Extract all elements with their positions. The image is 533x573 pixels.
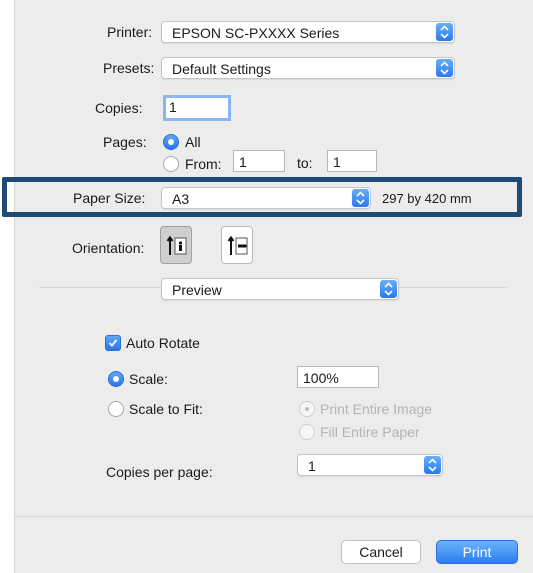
scale-to-fit-radio[interactable] — [108, 401, 124, 417]
popup-arrows-icon — [424, 456, 441, 474]
pages-from-radio[interactable] — [163, 156, 179, 172]
pages-all-label: All — [185, 134, 201, 150]
pages-from-value: 1 — [239, 154, 247, 170]
copies-label: Copies: — [95, 100, 143, 116]
copies-input[interactable]: 1 — [163, 95, 231, 121]
section-value: Preview — [172, 282, 222, 298]
printer-value: EPSON SC-PXXXX Series — [172, 25, 340, 41]
pages-all-radio[interactable] — [163, 134, 179, 150]
portrait-icon — [166, 235, 187, 255]
orientation-portrait-button[interactable] — [160, 226, 192, 264]
print-entire-image-radio[interactable] — [299, 401, 315, 417]
presets-value: Default Settings — [172, 61, 271, 77]
presets-popup[interactable]: Default Settings — [161, 57, 455, 79]
printer-popup[interactable]: EPSON SC-PXXXX Series — [161, 21, 455, 43]
fill-entire-paper-radio[interactable] — [299, 424, 315, 440]
section-popup[interactable]: Preview — [161, 278, 399, 300]
pages-label: Pages: — [103, 134, 147, 150]
print-entire-image-label: Print Entire Image — [320, 401, 433, 417]
pages-to-input[interactable]: 1 — [327, 150, 377, 172]
pages-from-label: From: — [185, 156, 222, 172]
footer-separator — [15, 516, 533, 517]
copies-per-page-label: Copies per page: — [106, 464, 213, 480]
pages-to-label: to: — [297, 155, 313, 171]
scale-value: 100% — [303, 370, 339, 386]
checkmark-icon — [108, 339, 118, 347]
auto-rotate-checkbox[interactable] — [105, 335, 121, 351]
auto-rotate-label: Auto Rotate — [126, 335, 200, 351]
paper-size-highlight-frame — [2, 177, 522, 217]
scale-label: Scale: — [129, 371, 168, 387]
fill-entire-paper-label: Fill Entire Paper — [320, 424, 420, 440]
popup-arrows-icon — [380, 280, 397, 298]
pages-from-input[interactable]: 1 — [233, 150, 285, 172]
print-dialog: Printer: EPSON SC-PXXXX Series Presets: … — [14, 0, 533, 573]
popup-arrows-icon — [436, 23, 453, 41]
print-button[interactable]: Print — [436, 540, 518, 564]
popup-arrows-icon — [436, 59, 453, 77]
scale-radio[interactable] — [108, 371, 124, 387]
cancel-button[interactable]: Cancel — [341, 540, 421, 564]
orientation-label: Orientation: — [72, 240, 145, 256]
presets-label: Presets: — [103, 60, 155, 76]
pages-to-value: 1 — [333, 154, 341, 170]
landscape-icon — [227, 235, 248, 255]
printer-label: Printer: — [107, 24, 153, 40]
copies-value: 1 — [169, 99, 177, 115]
scale-to-fit-label: Scale to Fit: — [129, 401, 203, 417]
copies-per-page-popup[interactable]: 1 — [297, 454, 443, 476]
copies-per-page-value: 1 — [308, 458, 316, 474]
orientation-landscape-button[interactable] — [221, 226, 253, 264]
scale-input[interactable]: 100% — [297, 366, 379, 388]
